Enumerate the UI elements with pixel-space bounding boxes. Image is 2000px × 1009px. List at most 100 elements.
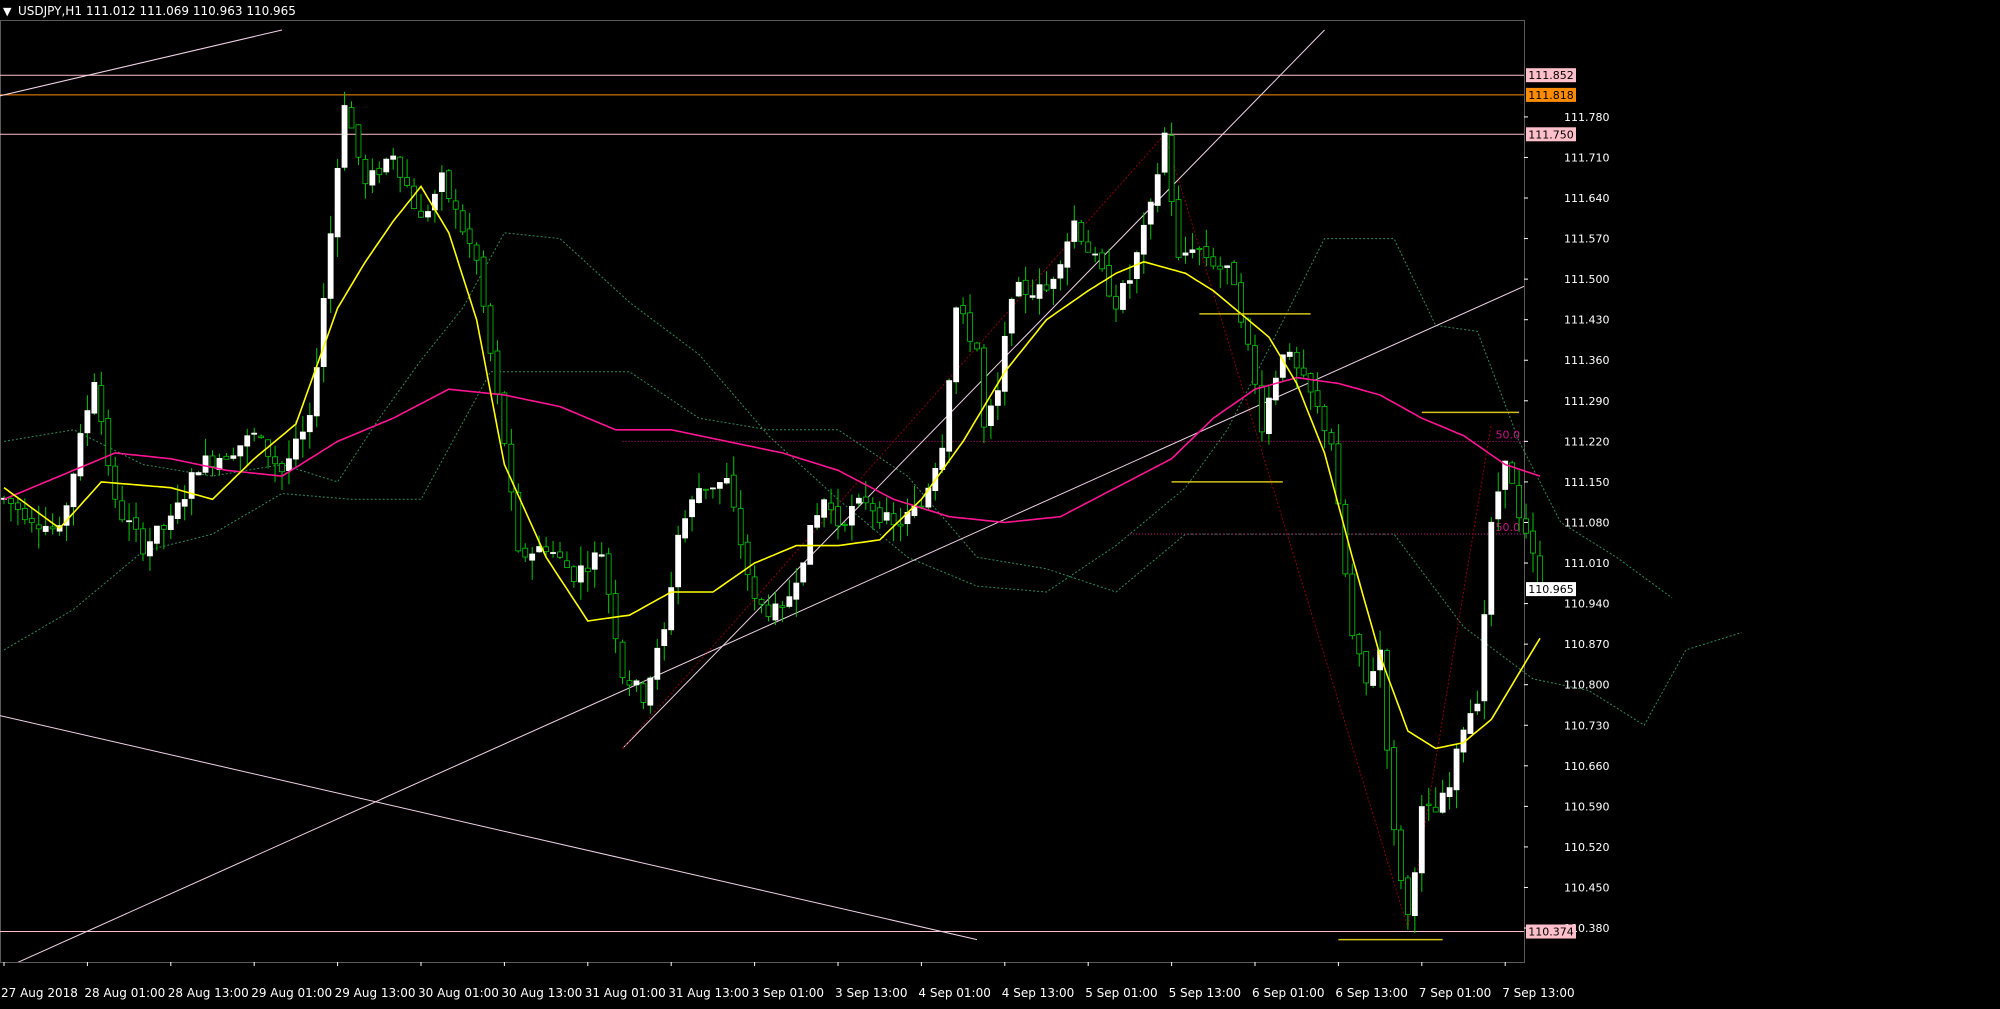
candle-body xyxy=(42,525,49,532)
candle-body xyxy=(174,502,181,520)
candle-body xyxy=(842,524,848,526)
candle-body xyxy=(1120,283,1126,310)
candle-body xyxy=(1259,385,1265,433)
candle-body xyxy=(981,347,987,428)
time-tick-label: 28 Aug 01:00 xyxy=(84,986,165,1000)
candle-body xyxy=(890,513,897,526)
candle-body xyxy=(404,177,411,186)
candle-body xyxy=(814,515,821,528)
candle-body xyxy=(557,551,563,558)
candle-body xyxy=(272,456,278,465)
price-axis: 111.780 111.710 111.640 111.570 111.500 111.4… xyxy=(1524,68,1610,939)
candle-body xyxy=(619,641,626,678)
candle-body xyxy=(140,528,146,555)
time-tick-label: 31 Aug 13:00 xyxy=(668,986,749,1000)
candle-body xyxy=(1071,220,1078,242)
candle-body xyxy=(605,553,612,595)
candle-body xyxy=(202,455,209,473)
candle-body xyxy=(1245,318,1251,345)
candle-body xyxy=(897,523,904,527)
candle-body xyxy=(181,499,188,507)
menu-glyph[interactable]: ▼ xyxy=(3,5,12,18)
price-tick-label: 111.570 xyxy=(1564,233,1610,246)
candle-body xyxy=(1203,246,1210,259)
candle-body xyxy=(292,438,299,460)
candle-body xyxy=(1168,135,1175,202)
chart-header: ▼ USDJPY,H1 111.012 111.069 110.963 110.… xyxy=(3,4,296,18)
candle-body xyxy=(1363,651,1370,684)
candle-body xyxy=(438,172,445,193)
price-tick-label: 110.450 xyxy=(1564,881,1610,894)
candle-body xyxy=(1328,432,1335,445)
candle-body xyxy=(1495,491,1502,520)
price-tick-label: 110.730 xyxy=(1564,719,1610,732)
candle-body xyxy=(473,244,480,261)
candle-body xyxy=(334,168,341,238)
candle-body xyxy=(1057,264,1064,279)
price-tick-label: 111.360 xyxy=(1564,354,1610,367)
level-price-label: 111.750 xyxy=(1528,128,1574,141)
candle-body xyxy=(348,107,355,129)
symbol-label: USDJPY,H1 xyxy=(18,4,82,18)
candle-body xyxy=(682,518,688,539)
candle-body xyxy=(1001,335,1008,392)
time-tick-label: 30 Aug 01:00 xyxy=(418,986,499,1000)
price-tick-label: 111.430 xyxy=(1564,314,1610,327)
candle-body xyxy=(167,515,174,530)
time-tick-label: 3 Sep 13:00 xyxy=(835,986,907,1000)
candle-body xyxy=(869,503,876,512)
candle-body xyxy=(14,502,21,510)
candle-body xyxy=(640,683,647,703)
candle-body xyxy=(1391,747,1397,831)
candle-body xyxy=(786,596,793,607)
candle-body xyxy=(1064,241,1071,268)
price-tick-label: 110.520 xyxy=(1564,841,1610,854)
candle-body xyxy=(1286,351,1293,357)
candle-body xyxy=(988,405,994,426)
candle-body xyxy=(960,305,966,315)
candle-body xyxy=(1154,174,1161,206)
candle-body xyxy=(258,435,265,439)
candle-body xyxy=(974,342,980,350)
candle-body xyxy=(425,211,431,218)
candle-body xyxy=(591,552,598,570)
candle-body xyxy=(1411,872,1418,917)
ichimoku-span-line xyxy=(3,232,1673,599)
time-tick-label: 27 Aug 2018 xyxy=(1,986,78,1000)
candle-body xyxy=(584,567,591,573)
horizontal-lines xyxy=(0,74,1524,933)
price-tick-label: 110.800 xyxy=(1564,679,1610,692)
candle-body xyxy=(98,385,105,423)
trendline xyxy=(622,29,1325,749)
candle-body xyxy=(1224,265,1231,268)
candle-body xyxy=(1335,443,1342,505)
candle-body xyxy=(953,307,960,383)
candle-body xyxy=(279,463,285,473)
candle-body xyxy=(237,445,244,457)
candle-body xyxy=(1321,406,1328,432)
candle-body xyxy=(772,603,779,621)
time-tick-label: 5 Sep 01:00 xyxy=(1085,986,1157,1000)
candle-body xyxy=(21,508,28,521)
candle-body xyxy=(133,517,139,530)
candle-body xyxy=(522,547,529,558)
candle-body xyxy=(994,390,1001,406)
candle-body xyxy=(28,518,35,524)
candle-body xyxy=(883,512,890,521)
level-price-label: 111.852 xyxy=(1528,69,1574,82)
candle-body xyxy=(835,506,841,527)
candle-body xyxy=(445,170,452,199)
candle-body xyxy=(327,233,334,299)
candle-body xyxy=(209,455,216,467)
candle-body xyxy=(849,505,855,526)
time-tick-label: 4 Sep 13:00 xyxy=(1002,986,1074,1000)
price-chart[interactable]: 50.050.0 111.780111.710111.640111.570111… xyxy=(0,0,2000,1005)
candle-body xyxy=(153,525,160,544)
candle-body xyxy=(77,433,84,477)
trendline xyxy=(0,29,283,97)
candle-body xyxy=(862,496,869,504)
candle-body xyxy=(529,553,536,561)
chart-window[interactable]: 50.0 50.0 111.780 111.710 111.640 111.570 111… xyxy=(0,0,2000,1005)
candle-body xyxy=(1217,265,1224,270)
candle-body xyxy=(1405,877,1411,915)
